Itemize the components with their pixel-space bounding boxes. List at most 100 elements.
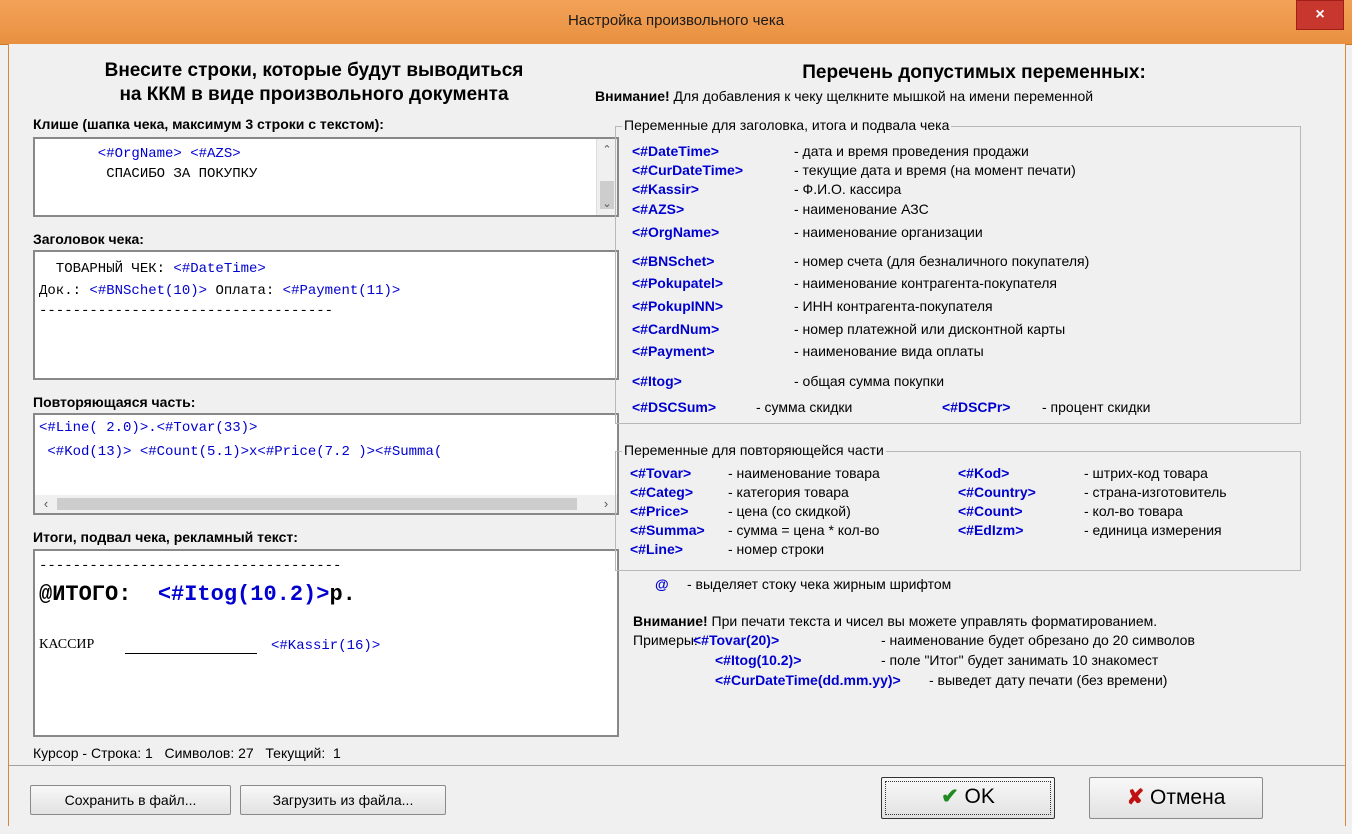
heading-line-2-var2: <#Payment(11)> xyxy=(282,283,401,299)
attention-text: Для добавления к чеку щелкните мышкой на… xyxy=(669,88,1094,104)
window-title: Настройка произвольного чека xyxy=(567,12,785,29)
totals-line-1: ------------------------------------ xyxy=(39,558,342,574)
ok-focus-rect xyxy=(885,781,1051,815)
cliche-label: Клише (шапка чека, максимум 3 строки с т… xyxy=(33,116,384,132)
desc-count: - кол-во товара xyxy=(1084,503,1183,519)
var-categ[interactable]: <#Categ> xyxy=(630,484,693,500)
desc-tovar: - наименование товара xyxy=(728,465,880,481)
cancel-button[interactable]: ✘ Отмена xyxy=(1089,777,1263,819)
desc-summa: - сумма = цена * кол-во xyxy=(728,522,880,538)
ok-button[interactable]: ✔ OK xyxy=(881,777,1055,819)
desc-curdatetime: - текущие дата и время (на момент печати… xyxy=(794,162,1076,178)
var-country[interactable]: <#Country> xyxy=(958,484,1036,500)
var-curdatetime[interactable]: <#CurDateTime> xyxy=(632,162,743,178)
var-bnschet[interactable]: <#BNSchet> xyxy=(632,253,714,269)
heading-line-2-text: Док.: xyxy=(39,283,90,299)
attention-line: Внимание! Для добавления к чеку щелкните… xyxy=(595,88,1093,104)
scroll-right-icon[interactable]: › xyxy=(597,495,615,513)
var-count[interactable]: <#Count> xyxy=(958,503,1023,519)
heading-line-3: ----------------------------------- xyxy=(39,303,334,319)
var-kod[interactable]: <#Kod> xyxy=(958,465,1009,481)
repeat-vars-legend: Переменные для повторяющейся части xyxy=(622,442,886,458)
desc-cardnum: - номер платежной или дисконтной карты xyxy=(794,321,1066,337)
itogo-text: @ИТОГО: xyxy=(39,582,158,607)
bottom-separator xyxy=(9,765,1345,766)
desc-orgname: - наименование организации xyxy=(794,224,983,240)
desc-datetime: - дата и время проведения продажи xyxy=(794,143,1029,159)
cursor-status: Курсор - Строка: 1 Символов: 27 Текущий:… xyxy=(33,745,341,761)
heading-line-2-mid: Оплата: xyxy=(207,283,283,299)
repeat-label: Повторяющаяся часть: xyxy=(33,394,196,410)
var-datetime[interactable]: <#DateTime> xyxy=(632,143,719,159)
var-payment[interactable]: <#Payment> xyxy=(632,343,715,359)
cliche-line-2: СПАСИБО ЗА ПОКУПКУ xyxy=(39,166,258,182)
heading-line-2: Док.: <#BNSchet(10)> Оплата: <#Payment(1… xyxy=(39,282,400,301)
cliche-textarea[interactable]: <#OrgName> <#AZS> СПАСИБО ЗА ПОКУПКУ ⌃ ⌄ xyxy=(33,137,619,217)
hscroll-thumb[interactable] xyxy=(57,498,577,510)
var-pokupinn[interactable]: <#PokupINN> xyxy=(632,298,723,314)
scroll-up-icon[interactable]: ⌃ xyxy=(597,141,617,159)
cross-icon: ✘ xyxy=(1126,786,1145,809)
var-azs[interactable]: <#AZS> xyxy=(632,201,684,217)
close-button[interactable]: × xyxy=(1296,0,1344,30)
format-note-bold: Внимание! xyxy=(633,613,708,629)
desc-bnschet: - номер счета (для безналичного покупате… xyxy=(794,253,1090,269)
cliche-scrollbar[interactable]: ⌃ ⌄ xyxy=(596,139,617,215)
heading-line-1-var: <#DateTime> xyxy=(173,261,266,277)
repeat-hscrollbar[interactable]: ‹ › xyxy=(35,495,617,513)
example-tovar-desc: - наименование будет обрезано до 20 симв… xyxy=(881,632,1195,648)
scroll-left-icon[interactable]: ‹ xyxy=(37,495,55,513)
itogo-suffix: р. xyxy=(329,582,356,607)
heading-line-2-var1: <#BNSchet(10)> xyxy=(89,283,208,299)
repeat-line-1: <#Line( 2.0)>.<#Tovar(33)> xyxy=(39,420,258,436)
load-from-file-button[interactable]: Загрузить из файла... xyxy=(240,785,446,815)
repeat-line-2: <#Kod(13)> <#Count(5.1)>x<#Price(7.2 )><… xyxy=(39,444,443,460)
example-tovar-var[interactable]: <#Tovar(20)> xyxy=(693,632,779,648)
cancel-button-label: Отмена xyxy=(1150,786,1226,809)
format-note-text: При печати текста и чисел вы можете упра… xyxy=(707,613,1158,629)
var-cardnum[interactable]: <#CardNum> xyxy=(632,321,719,337)
var-dscpr[interactable]: <#DSCPr> xyxy=(942,399,1010,415)
desc-pokupatel: - наименование контрагента-покупателя xyxy=(794,275,1057,291)
var-orgname[interactable]: <#OrgName> xyxy=(632,224,719,240)
example-itog-var[interactable]: <#Itog(10.2)> xyxy=(715,652,801,668)
itogo-var: <#Itog(10.2)> xyxy=(157,582,330,607)
dialog-window: Настройка произвольного чека × Внесите с… xyxy=(0,0,1352,834)
example-itog-desc: - поле "Итог" будет занимать 10 знакомес… xyxy=(881,652,1159,668)
desc-bold-at: - выделяет стоку чека жирным шрифтом xyxy=(687,576,952,592)
totals-textarea[interactable]: ------------------------------------ @ИТ… xyxy=(33,549,619,737)
totals-label: Итоги, подвал чека, рекламный текст: xyxy=(33,529,298,545)
var-tovar[interactable]: <#Tovar> xyxy=(630,465,691,481)
desc-edizm: - единица измерения xyxy=(1084,522,1222,538)
var-price[interactable]: <#Price> xyxy=(630,503,688,519)
header-vars-group: Переменные для заголовка, итога и подвал… xyxy=(615,117,1301,424)
repeat-vars-group: Переменные для повторяющейся части <#Tov… xyxy=(615,442,1301,571)
desc-itog: - общая сумма покупки xyxy=(794,373,945,389)
kassir-label: КАССИР xyxy=(39,637,95,652)
format-note: Внимание! При печати текста и чисел вы м… xyxy=(633,613,1157,629)
desc-dscpr: - процент скидки xyxy=(1042,399,1151,415)
desc-price: - цена (со скидкой) xyxy=(728,503,851,519)
signature-line xyxy=(125,653,257,654)
var-bold-at[interactable]: @ xyxy=(655,576,669,592)
desc-kassir: - Ф.И.О. кассира xyxy=(794,181,902,197)
title-bar: Настройка произвольного чека × xyxy=(0,0,1352,45)
save-to-file-button[interactable]: Сохранить в файл... xyxy=(30,785,231,815)
var-itog[interactable]: <#Itog> xyxy=(632,373,682,389)
repeat-textarea[interactable]: <#Line( 2.0)>.<#Tovar(33)> <#Kod(13)> <#… xyxy=(33,413,619,515)
var-line[interactable]: <#Line> xyxy=(630,541,683,557)
scroll-down-icon[interactable]: ⌄ xyxy=(597,195,617,213)
var-kassir[interactable]: <#Kassir> xyxy=(632,181,699,197)
var-pokupatel[interactable]: <#Pokupatel> xyxy=(632,275,723,291)
var-dscsum[interactable]: <#DSCSum> xyxy=(632,399,716,415)
heading-line-1: ТОВАРНЫЙ ЧЕК: <#DateTime> xyxy=(39,260,266,279)
attention-bold: Внимание! xyxy=(595,88,670,104)
desc-dscsum: - сумма скидки xyxy=(756,399,853,415)
heading-line-1-text: ТОВАРНЫЙ ЧЕК: xyxy=(39,261,174,277)
heading-textarea[interactable]: ТОВАРНЫЙ ЧЕК: <#DateTime> Док.: <#BNSche… xyxy=(33,250,619,380)
var-edizm[interactable]: <#EdIzm> xyxy=(958,522,1023,538)
var-summa[interactable]: <#Summa> xyxy=(630,522,705,538)
left-header: Внесите строки, которые будут выводиться… xyxy=(29,59,599,107)
example-curdatetime-var[interactable]: <#CurDateTime(dd.mm.yy)> xyxy=(715,672,901,688)
desc-kod: - штрих-код товара xyxy=(1084,465,1208,481)
